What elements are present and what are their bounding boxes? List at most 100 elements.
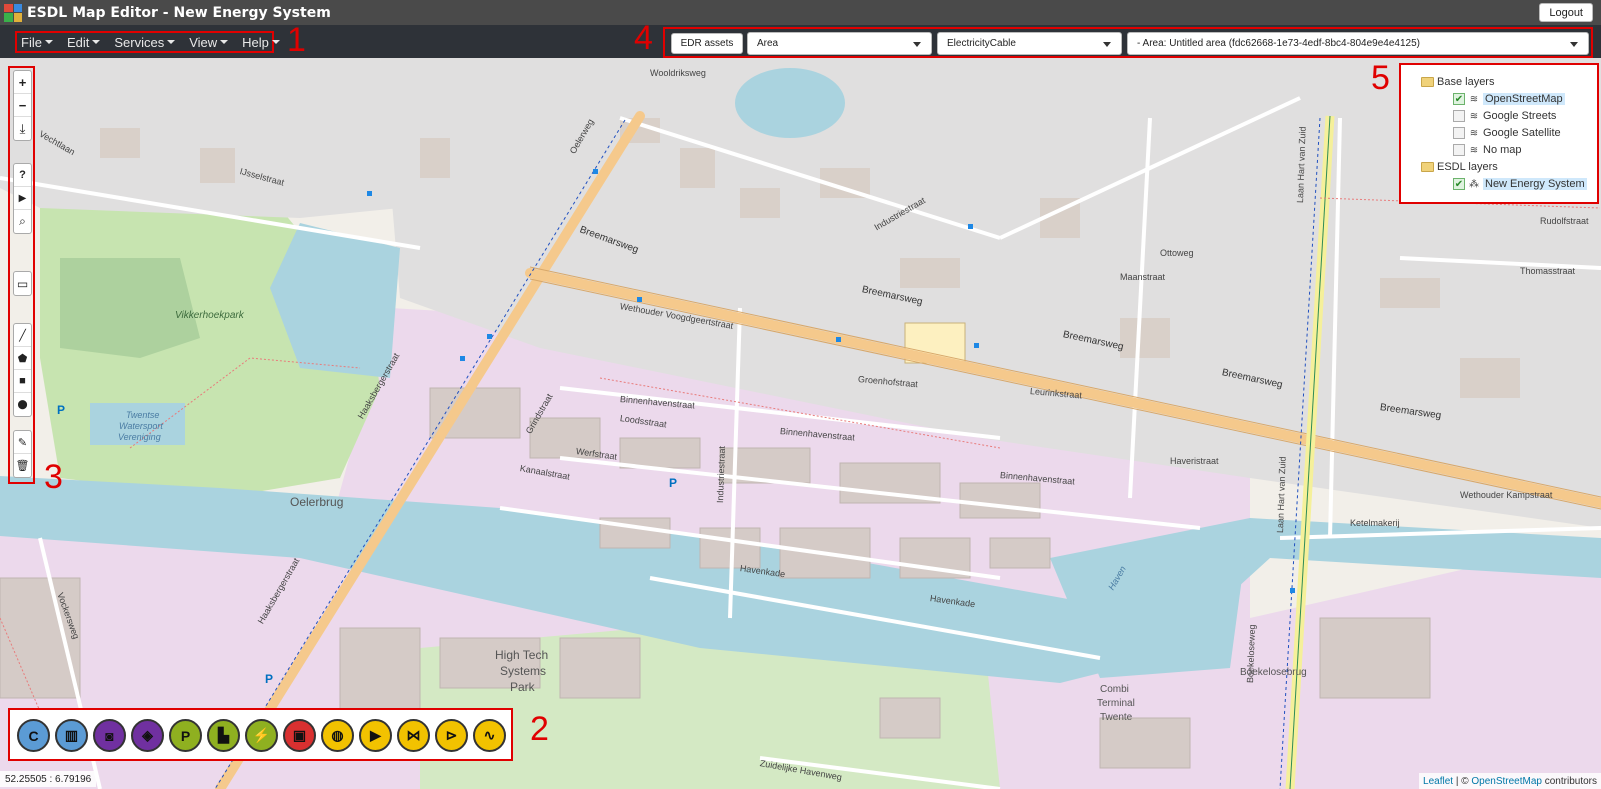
transformer-icon[interactable]: ∿ <box>473 719 506 752</box>
play-button[interactable]: ▶ <box>14 187 31 210</box>
layers-icon: ≋ <box>1469 110 1479 122</box>
chevron-down-icon <box>220 40 229 44</box>
main-menu: File Edit Services View Help <box>15 31 280 53</box>
chevron-down-icon <box>92 40 101 44</box>
title-bar: ESDL Map Editor - New Energy System Logo… <box>0 0 1601 25</box>
draw-polygon-button[interactable]: ⬟ <box>14 347 31 370</box>
annotation-4: 4 <box>634 19 653 57</box>
menu-view[interactable]: View <box>189 34 229 50</box>
checkbox[interactable] <box>1453 110 1465 122</box>
check-valve-icon[interactable]: ⊳ <box>435 719 468 752</box>
area-select[interactable]: - Area: Untitled area (fdc62668-1e73-4ed… <box>1127 32 1589 55</box>
valve-icon[interactable]: ▶ <box>359 719 392 752</box>
draw-controls: ╱ ⬟ ■ ⬤ <box>13 323 32 417</box>
layer-new-energy-system[interactable]: ✔ ⁂ New Energy System <box>1453 176 1587 192</box>
layer-label: No map <box>1483 144 1522 156</box>
layer-no-map[interactable]: ≋ No map <box>1453 142 1522 158</box>
layers-icon: ≋ <box>1469 127 1479 139</box>
parking-icon: P <box>669 476 678 490</box>
layer-control-panel: Base layers ✔ ≋ OpenStreetMap ≋ Google S… <box>1399 63 1599 204</box>
layer-label: Google Satellite <box>1483 127 1561 139</box>
esdl-layers-group[interactable]: ESDL layers <box>1421 159 1498 175</box>
place-label: Terminal <box>1097 698 1135 709</box>
help-button[interactable]: ? <box>14 164 31 187</box>
park-label: Vikkerhoekpark <box>175 310 244 321</box>
folder-icon <box>1421 77 1434 87</box>
street-label: Ketelmakerij <box>1350 518 1400 528</box>
street-label: Wethouder Kampstraat <box>1460 490 1553 500</box>
place-label: Oelerbrug <box>290 495 344 509</box>
chevron-down-icon <box>167 40 176 44</box>
edr-assets-button[interactable]: EDR assets <box>671 33 743 54</box>
heat-exchange-icon[interactable]: ◈ <box>131 719 164 752</box>
zoom-out-button[interactable]: − <box>14 94 31 117</box>
pump-icon[interactable]: ◍ <box>321 719 354 752</box>
layer-label: New Energy System <box>1483 178 1587 190</box>
draw-rectangle-button[interactable]: ■ <box>14 370 31 393</box>
layer-google-streets[interactable]: ≋ Google Streets <box>1453 108 1556 124</box>
parking-icon: P <box>57 403 66 417</box>
attribution-separator: | © <box>1453 775 1472 787</box>
chevron-down-icon <box>1570 42 1578 47</box>
street-label: Haveristraat <box>1170 456 1219 466</box>
menu-services[interactable]: Services <box>114 35 176 50</box>
place-label: Boekelosebrug <box>1240 667 1307 678</box>
logout-button[interactable]: Logout <box>1539 3 1593 22</box>
map-canvas[interactable]: Breemarsweg Breemarsweg Breemarsweg Bree… <box>0 58 1601 789</box>
osm-link[interactable]: OpenStreetMap <box>1471 776 1542 787</box>
esdl-layers-title: ESDL layers <box>1437 161 1498 173</box>
base-layers-group[interactable]: Base layers <box>1421 74 1494 90</box>
draw-marker-button[interactable]: ⬤ <box>14 393 31 416</box>
menu-edit[interactable]: Edit <box>66 34 101 50</box>
comment-button[interactable]: ▭ <box>14 272 31 295</box>
info-controls: ? ▶ ⌕ <box>13 163 32 234</box>
map-attribution: Leaflet | © OpenStreetMap contributors <box>1419 773 1601 789</box>
power-plant-icon[interactable]: ⚡ <box>245 719 278 752</box>
place-label: Park <box>510 680 535 694</box>
producer-icon[interactable]: P <box>169 719 202 752</box>
annotation-5: 5 <box>1371 59 1390 97</box>
joint-icon[interactable]: ⋈ <box>397 719 430 752</box>
plant-icon[interactable]: ▙ <box>207 719 240 752</box>
place-label: High Tech <box>495 648 549 662</box>
consumer-icon[interactable]: C <box>17 719 50 752</box>
street-label: Rudolfstraat <box>1540 216 1589 226</box>
street-label: Industriestraat <box>715 445 727 504</box>
edit-layers-button[interactable]: ✎ <box>14 431 31 454</box>
draw-polyline-button[interactable]: ╱ <box>14 324 31 347</box>
street-label: Maanstraat <box>1120 272 1166 282</box>
search-button[interactable]: ⌕ <box>14 210 31 233</box>
layers-icon: ≋ <box>1469 144 1479 156</box>
menu-view-label: View <box>189 34 218 50</box>
delete-layers-button[interactable]: 🗑 <box>14 454 31 477</box>
street-label: Ottoweg <box>1160 248 1194 258</box>
layer-openstreetmap[interactable]: ✔ ≋ OpenStreetMap <box>1453 91 1565 107</box>
marina-label: Vereniging <box>118 432 161 442</box>
leaflet-link[interactable]: Leaflet <box>1423 776 1453 787</box>
conversion-icon[interactable]: ▣ <box>283 719 316 752</box>
menu-edit-label: Edit <box>66 34 90 50</box>
object-type-select[interactable]: Area <box>747 32 932 55</box>
menu-help[interactable]: Help <box>242 35 280 50</box>
layers-icon: ≋ <box>1469 93 1479 105</box>
checkbox[interactable] <box>1453 144 1465 156</box>
zoom-in-button[interactable]: + <box>14 71 31 94</box>
layer-label: OpenStreetMap <box>1483 93 1565 105</box>
area-value: - Area: Untitled area (fdc62668-1e73-4ed… <box>1137 38 1420 49</box>
layer-label: Google Streets <box>1483 110 1557 122</box>
menu-file[interactable]: File <box>21 35 53 50</box>
attribution-tail: contributors <box>1541 775 1597 787</box>
checkbox-checked[interactable]: ✔ <box>1453 93 1465 105</box>
place-label: Combi <box>1100 684 1129 695</box>
place-label: Twente <box>1100 712 1133 723</box>
checkbox[interactable] <box>1453 127 1465 139</box>
asset-type-select[interactable]: ElectricityCable <box>937 32 1122 55</box>
street-label: Thomasstraat <box>1520 266 1576 276</box>
storage-icon[interactable]: ◙ <box>93 719 126 752</box>
checkbox-checked[interactable]: ✔ <box>1453 178 1465 190</box>
menu-help-label: Help <box>242 34 269 50</box>
parking-icon: P <box>265 672 274 686</box>
layer-google-satellite[interactable]: ≋ Google Satellite <box>1453 125 1561 141</box>
download-button[interactable]: ⤓ <box>14 117 31 140</box>
radiator-icon[interactable]: ▥ <box>55 719 88 752</box>
